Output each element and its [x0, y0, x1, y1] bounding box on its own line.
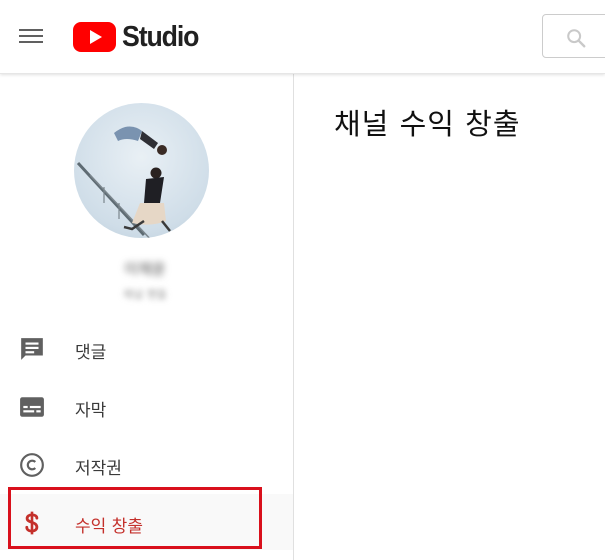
sidebar-item-comments[interactable]: 댓글 [0, 320, 293, 376]
menu-icon[interactable] [19, 27, 43, 45]
dollar-icon [19, 510, 45, 536]
channel-name: 이채윤 [124, 260, 166, 278]
sidebar-item-label: 자막 [75, 401, 107, 421]
channel-handle: 채널 핸들 [123, 288, 167, 301]
subtitles-icon [19, 394, 45, 420]
left-sidebar: 이채윤 채널 핸들 댓글 자막 저작권 수익 창출 [0, 74, 294, 560]
search-icon[interactable] [565, 27, 587, 49]
sidebar-item-label: 저작권 [75, 459, 122, 479]
copyright-icon [19, 452, 45, 478]
sidebar-item-label: 댓글 [75, 343, 107, 363]
page-title: 채널 수익 창출 [334, 107, 521, 141]
top-app-bar: Studio [0, 0, 605, 74]
comment-icon [19, 336, 45, 362]
youtube-studio-logo[interactable]: Studio [73, 20, 205, 53]
sidebar-item-copyright[interactable]: 저작권 [0, 436, 293, 492]
avatar-photo [76, 126, 171, 238]
sidebar-item-monetization[interactable]: 수익 창출 [0, 494, 293, 550]
search-input[interactable] [542, 14, 605, 58]
sidebar-item-label: 수익 창출 [75, 517, 143, 537]
sidebar-item-subtitles[interactable]: 자막 [0, 378, 293, 434]
youtube-play-icon [73, 22, 116, 52]
channel-avatar[interactable] [74, 103, 209, 238]
logo-text: Studio [122, 20, 199, 53]
